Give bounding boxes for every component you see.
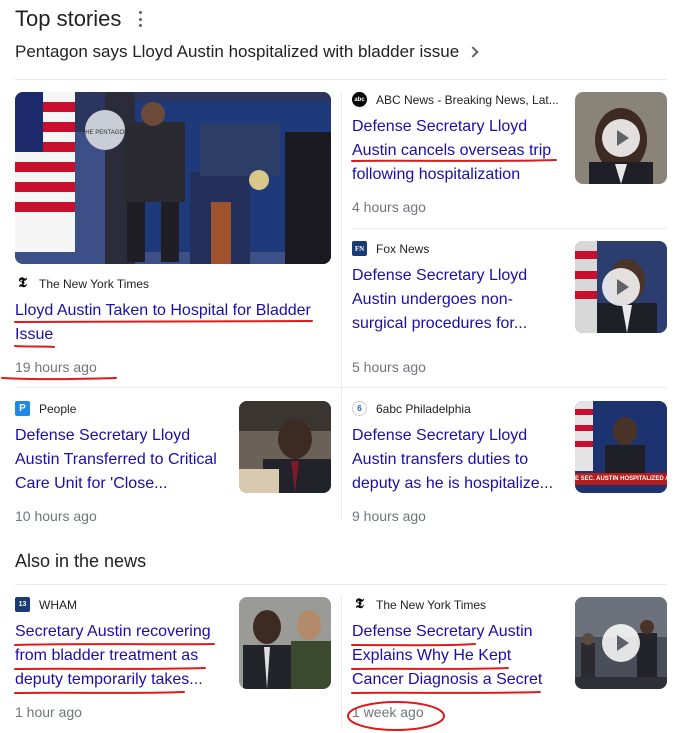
story-source[interactable]: P People (15, 401, 76, 416)
story-source[interactable]: FN Fox News (352, 241, 429, 256)
story-title[interactable]: Defense Secretary Austin Explains Why He… (352, 620, 567, 692)
story-title[interactable]: Defense Secretary Lloyd Austin Transferr… (15, 424, 230, 496)
headline-text: Pentagon says Lloyd Austin hospitalized … (15, 42, 460, 61)
story-image[interactable] (239, 401, 331, 493)
story-time: 1 hour ago (15, 704, 82, 720)
story-title[interactable]: Defense Secretary Lloyd Austin transfers… (352, 424, 567, 496)
story-title[interactable]: Secretary Austin recovering from bladder… (15, 620, 230, 692)
nyt-logo-icon: 𝕿 (15, 276, 30, 291)
people-logo-icon: P (15, 401, 30, 416)
story-image[interactable] (239, 597, 331, 689)
story-title[interactable]: Defense Secretary Lloyd Austin undergoes… (352, 264, 567, 336)
story-image[interactable]: E SEC. AUSTIN HOSPITALIZED A (575, 401, 667, 493)
6abc-logo-icon: 6 (352, 401, 367, 416)
story-source[interactable]: abc ABC News - Breaking News, Lat... (352, 92, 559, 107)
headline-link[interactable]: Pentagon says Lloyd Austin hospitalized … (15, 42, 479, 62)
chevron-right-icon (467, 46, 479, 58)
story-source[interactable]: 𝕿 The New York Times (15, 276, 149, 291)
wham-logo-icon: 13 (15, 597, 30, 612)
divider (352, 228, 667, 229)
divider (15, 387, 667, 388)
story-video-thumbnail[interactable] (575, 597, 667, 689)
more-options-icon[interactable] (135, 11, 145, 27)
story-time: 10 hours ago (15, 508, 97, 524)
story-title[interactable]: Defense Secretary Lloyd Austin cancels o… (352, 115, 567, 187)
story-time: 5 hours ago (352, 359, 426, 375)
story-time: 4 hours ago (352, 199, 426, 215)
annotation-underline (351, 691, 541, 694)
fox-news-logo-icon: FN (352, 241, 367, 256)
also-in-the-news-heading: Also in the news (15, 551, 147, 571)
annotation-underline (14, 691, 185, 694)
story-time: 9 hours ago (352, 508, 426, 524)
play-icon (602, 624, 640, 662)
column-divider (341, 92, 342, 520)
play-icon (602, 268, 640, 306)
story-video-thumbnail[interactable] (575, 92, 667, 184)
story-time: 19 hours ago (15, 359, 97, 375)
story-time: 1 week ago (352, 704, 424, 720)
thumbnail-caption: E SEC. AUSTIN HOSPITALIZED A (575, 476, 667, 482)
section-title: Top stories (15, 6, 122, 31)
svg-text:THE PENTAGON: THE PENTAGON (82, 130, 129, 136)
annotation-underline (1, 377, 117, 381)
divider (15, 584, 667, 585)
story-title[interactable]: Lloyd Austin Taken to Hospital for Bladd… (15, 299, 325, 347)
top-stories-header: Top stories (15, 6, 145, 32)
divider (15, 79, 667, 80)
story-source[interactable]: 13 WHAM (15, 597, 77, 612)
story-source[interactable]: 𝕿 The New York Times (352, 597, 486, 612)
story-image-pentagon[interactable]: THE PENTAGON (15, 92, 331, 264)
nyt-logo-icon: 𝕿 (352, 597, 367, 612)
column-divider (341, 597, 342, 727)
play-icon (602, 119, 640, 157)
story-video-thumbnail[interactable] (575, 241, 667, 333)
story-source[interactable]: 6 6abc Philadelphia (352, 401, 471, 416)
abc-logo-icon: abc (352, 92, 367, 107)
